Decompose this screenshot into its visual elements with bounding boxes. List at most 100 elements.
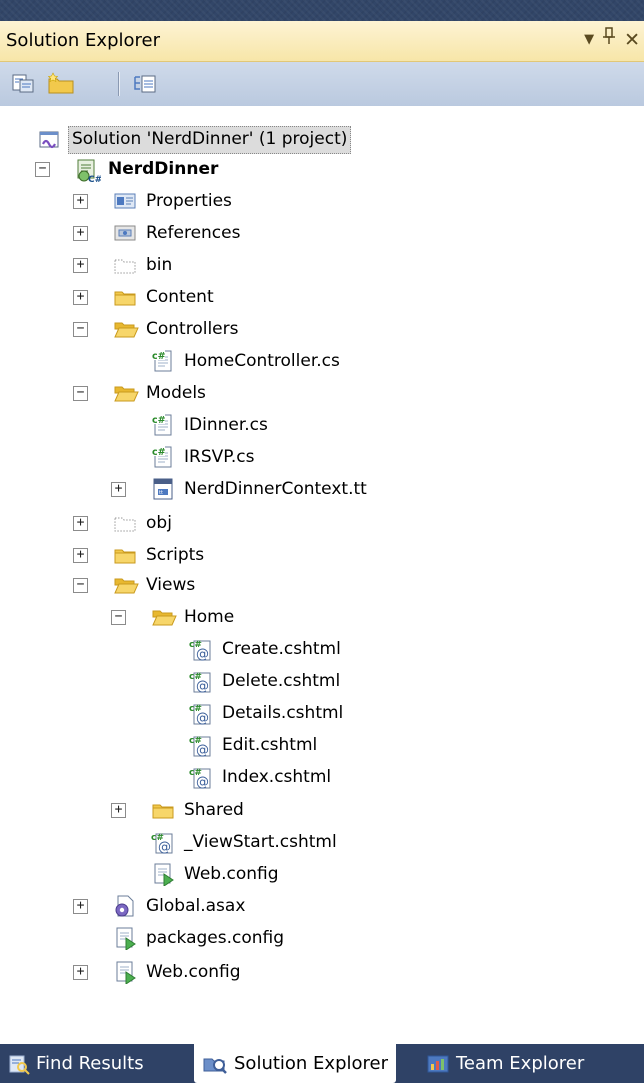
tree-item[interactable]: + Shared [0,795,644,825]
config-file-icon [113,926,137,951]
collapse-icon[interactable]: − [35,162,50,177]
tree-item[interactable]: + obj [0,508,644,538]
tree-item-label: IDinner.cs [184,415,268,435]
tree-item[interactable]: packages.config [0,923,644,953]
tree-item[interactable]: + References [0,218,644,248]
expand-icon[interactable]: + [73,226,88,241]
close-icon[interactable]: ✕ [624,27,640,53]
tree-item-label: Views [146,575,196,595]
expand-icon[interactable]: + [73,258,88,273]
svg-text:@: @ [196,743,209,757]
tab-team-explorer[interactable]: Team Explorer [418,1044,592,1083]
tree-item-label: Shared [184,800,244,820]
window-position-dropdown-icon[interactable]: ▼ [584,27,594,53]
tree-item[interactable]: + Web.config [0,957,644,987]
expand-icon[interactable]: + [73,194,88,209]
config-file-icon [113,960,137,985]
open-folder-icon [151,605,177,629]
tree-item[interactable]: + Properties [0,186,644,216]
tree-item[interactable]: + tt NerdDinnerContext.tt [0,474,644,504]
open-folder-icon [113,381,139,405]
solution-icon [38,127,62,151]
expand-icon[interactable]: + [73,548,88,563]
team-explorer-icon [427,1055,449,1072]
tree-item-label: Create.cshtml [222,639,341,659]
tree-item-label: Properties [146,191,232,211]
svg-text:@: @ [196,679,209,693]
csharp-project-icon: C# [75,157,102,185]
razor-file-icon: c# @ [189,733,213,758]
tree-item[interactable]: − C# NerdDinner [0,154,644,185]
expand-icon[interactable]: + [73,899,88,914]
tree-item-label: Models [146,383,206,403]
tree-item-label: NerdDinnerContext.tt [184,479,367,499]
tree-item-label: HomeController.cs [184,351,340,371]
tree-item-label: Web.config [184,864,279,884]
collapse-icon[interactable]: − [111,610,126,625]
tree-item[interactable]: c# HomeController.cs [0,346,644,376]
expand-icon[interactable]: + [111,803,126,818]
show-all-files-button[interactable] [46,69,76,97]
tree-item-label: IRSVP.cs [184,447,255,467]
properties-button[interactable] [8,69,38,97]
expand-icon[interactable]: + [111,482,126,497]
panel-title: Solution Explorer [6,30,160,51]
toolbar-separator [118,72,120,96]
collapse-icon[interactable]: − [73,578,88,593]
tree-item[interactable]: Solution 'NerdDinner' (1 project) [0,124,644,154]
expand-icon[interactable]: + [73,965,88,980]
tree-item-label: Delete.cshtml [222,671,341,691]
tree-item[interactable]: − Controllers [0,314,644,344]
config-file-icon [151,862,175,887]
expand-icon[interactable]: + [73,516,88,531]
class-diagram-icon [134,75,156,93]
tree-item-label: _ViewStart.cshtml [184,832,337,852]
tab-label: Find Results [36,1053,144,1074]
tree-item[interactable]: + Scripts [0,540,644,570]
svg-text:@: @ [196,647,209,661]
collapse-icon[interactable]: − [73,322,88,337]
tree-item-label: Index.cshtml [222,767,332,787]
tree-item-label: Global.asax [146,896,246,916]
view-class-diagram-button[interactable] [130,69,160,97]
tool-window-tabs: Find Results Solution Explorer Team Expl… [0,1044,644,1083]
tree-item[interactable]: + bin [0,250,644,280]
collapse-icon[interactable]: − [73,386,88,401]
razor-file-icon: c# @ [189,637,213,662]
tree-item-label: NerdDinner [108,159,219,179]
open-folder-icon [113,317,139,341]
tab-label: Team Explorer [456,1053,585,1074]
tree-item[interactable]: c# @ Index.cshtml [0,762,644,792]
tree-item[interactable]: c# IRSVP.cs [0,442,644,472]
tree-item[interactable]: − Models [0,378,644,408]
tree-item[interactable]: + Global.asax [0,891,644,921]
csharp-file-icon: c# [151,413,175,437]
razor-file-icon: c# @ [189,765,213,790]
svg-text:c#: c# [152,351,166,362]
tree-item[interactable]: c# @ Details.cshtml [0,698,644,728]
tree-item[interactable]: + Content [0,282,644,312]
tree-item[interactable]: c# IDinner.cs [0,410,644,440]
tree-item[interactable]: − Views [0,570,644,600]
tree-item[interactable]: Web.config [0,859,644,889]
tree-item[interactable]: c# @ _ViewStart.cshtml [0,827,644,857]
folder-icon [113,285,137,309]
solution-explorer-toolbar [0,62,644,106]
pin-icon[interactable] [601,26,617,53]
expand-icon[interactable]: + [73,290,88,305]
tree-item[interactable]: c# @ Create.cshtml [0,634,644,664]
tree-item-label: Home [184,607,235,627]
tree-item[interactable]: c# @ Edit.cshtml [0,730,644,760]
tree-item-label: Solution 'NerdDinner' (1 project) [68,126,352,154]
tab-find-results[interactable]: Find Results [0,1044,152,1083]
tree-item[interactable]: − Home [0,602,644,632]
panel-title-buttons: ▼ ✕ [584,26,640,53]
tab-solution-explorer[interactable]: Solution Explorer [194,1044,396,1083]
solution-tree[interactable]: Solution 'NerdDinner' (1 project) − C# Nerd… [0,106,644,1044]
tree-item-label: Web.config [146,962,241,982]
tree-item[interactable]: c# @ Delete.cshtml [0,666,644,696]
solution-explorer-window: Solution Explorer ▼ ✕ Solution 'NerdDinn… [0,0,644,1083]
svg-text:tt: tt [159,490,163,496]
svg-text:c#: c# [152,447,166,458]
global-asax-icon [113,894,137,918]
